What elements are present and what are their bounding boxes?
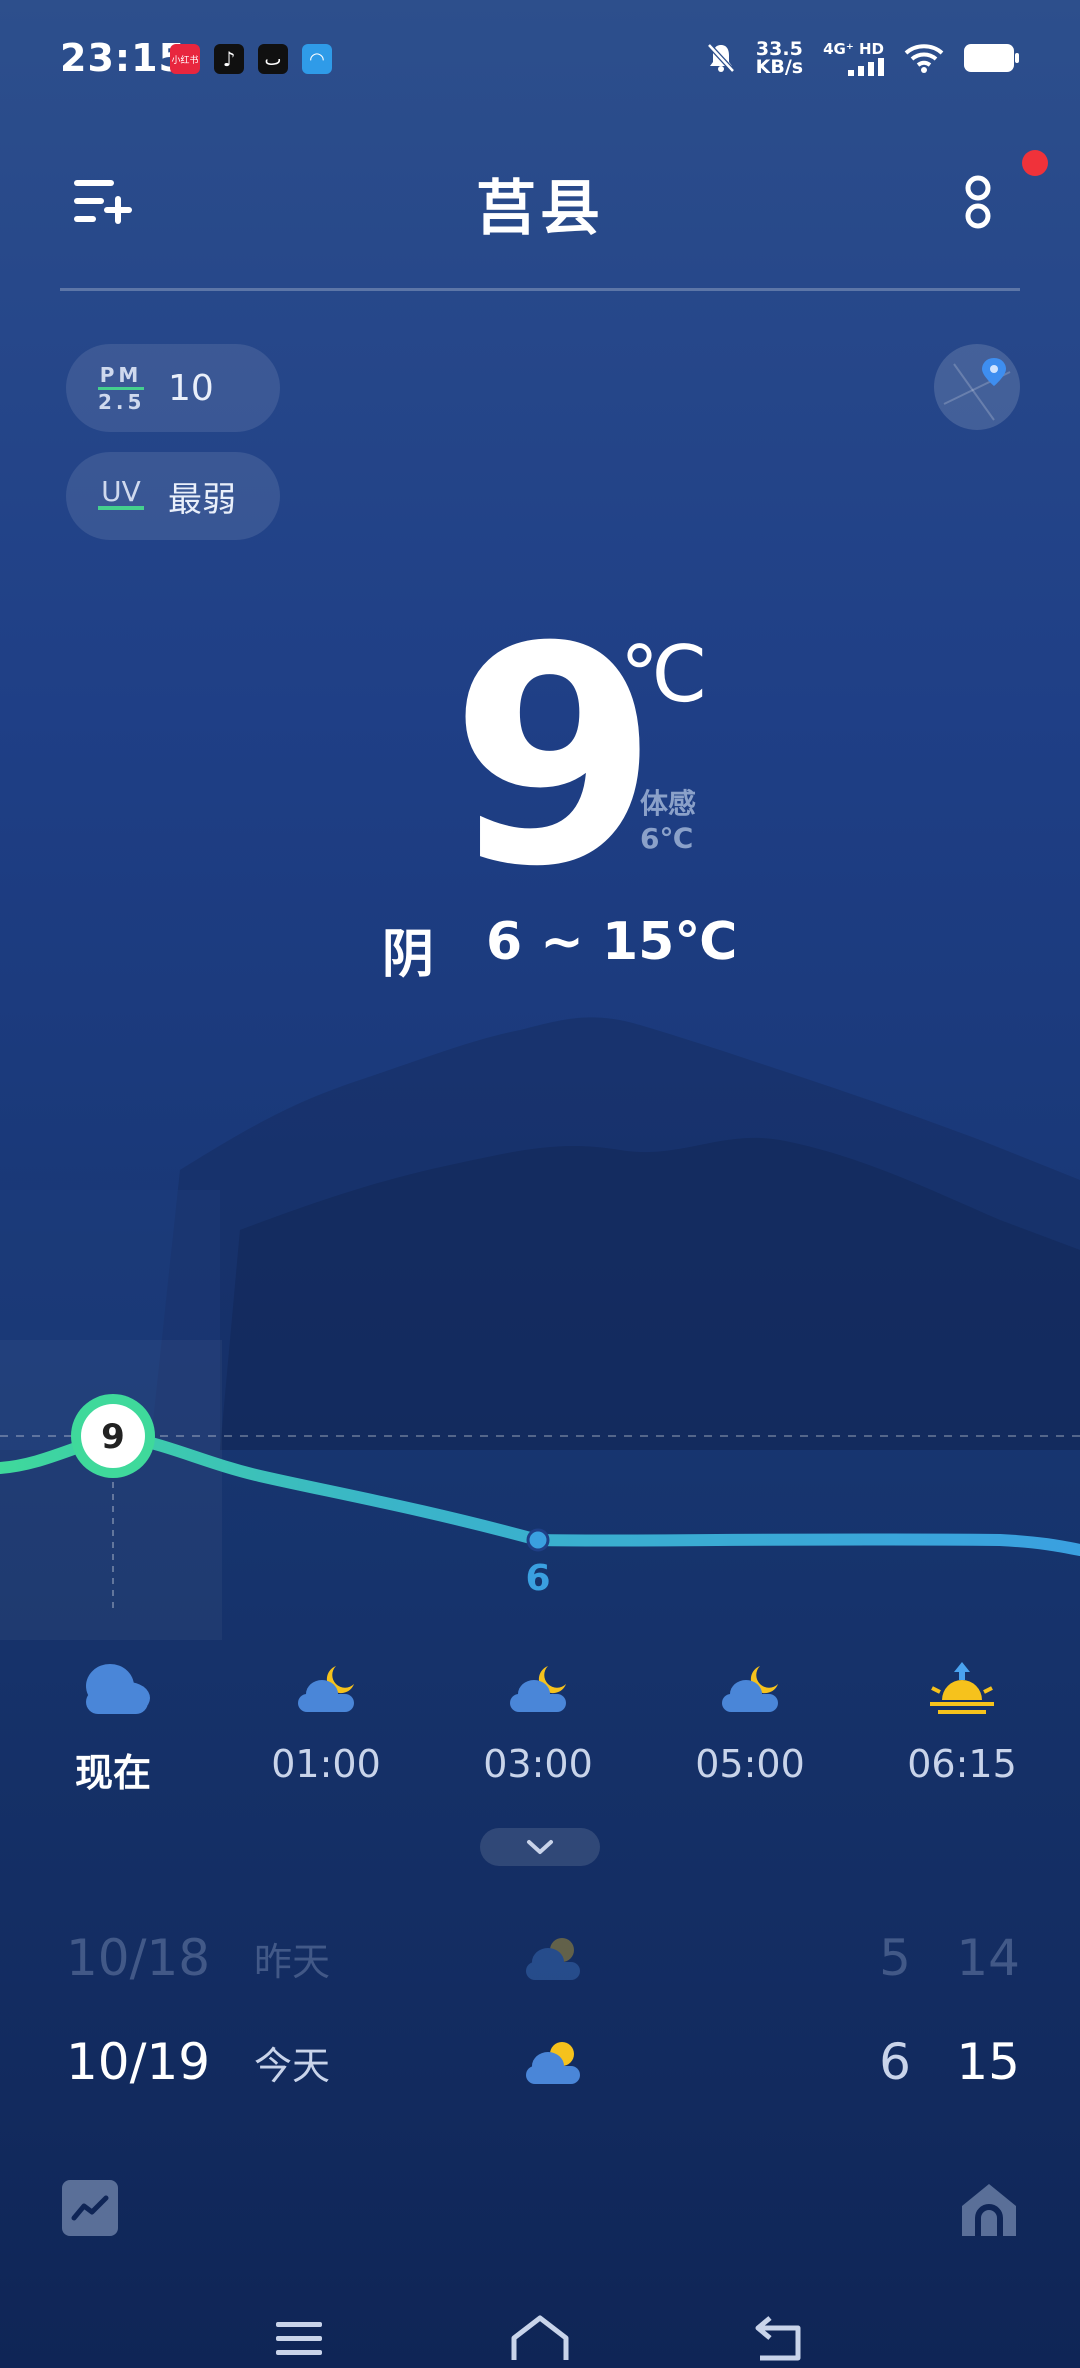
temperature-range: 6 ~ 15℃ <box>486 912 738 972</box>
system-navigation-bar <box>276 2315 801 2361</box>
douyin-icon: ♪ <box>214 44 244 74</box>
location-pin-icon <box>943 358 1011 421</box>
signal-bars-icon <box>848 58 884 76</box>
day-name: 昨天 <box>254 1939 331 1984</box>
trend-chart-button[interactable] <box>62 2180 118 2236</box>
pm25-label: PM 2.5 <box>98 365 144 412</box>
notification-badge <box>1022 150 1048 176</box>
current-hour-highlight <box>0 1340 222 1640</box>
sunrise-icon <box>930 1662 994 1714</box>
more-icon[interactable] <box>962 174 994 234</box>
net-speed: 33.5 KB/s <box>755 40 804 78</box>
day-date: 10/18 <box>66 1929 211 1987</box>
cloudy-night-icon <box>298 1666 354 1712</box>
chevron-down-icon <box>527 1840 553 1854</box>
status-indicators: 33.5 KB/s 4G⁺ HD <box>706 40 1020 78</box>
temperature-unit: ℃ <box>620 630 708 720</box>
feels-like-value: 6℃ <box>640 822 694 855</box>
smile-app-icon: ٮ <box>258 44 288 74</box>
map-location-button[interactable] <box>934 344 1020 430</box>
pm-label-top: PM <box>99 362 143 387</box>
back-icon[interactable] <box>755 2316 801 2361</box>
day-name: 今天 <box>254 2043 331 2088</box>
partly-cloudy-icon <box>526 2042 580 2084</box>
weather-condition: 阴 <box>382 925 435 985</box>
daily-row-today[interactable]: 10/19 今天 6 15 <box>66 2022 1020 2102</box>
day-low-temp: 5 <box>879 1929 911 1987</box>
uv-value: 最弱 <box>168 479 236 520</box>
hour-time: 01:00 <box>271 1742 381 1786</box>
day-high-temp: 15 <box>956 2033 1020 2091</box>
cloudy-night-icon <box>510 1666 566 1712</box>
uv-label: UV <box>98 475 144 510</box>
header-divider <box>60 288 1020 291</box>
uv-label-text: UV <box>101 475 141 508</box>
city-title: 莒县 <box>476 174 604 244</box>
xiaohongshu-icon: 小红书 <box>170 44 200 74</box>
now-temp-label: 9 <box>101 1417 125 1457</box>
wifi-icon <box>904 44 944 73</box>
hourly-temperature-chart[interactable]: 9 6 <box>0 1340 1080 1640</box>
uv-pill[interactable]: UV 最弱 <box>66 452 280 540</box>
battery-icon <box>964 44 1019 72</box>
blue-app-icon: ◠ <box>302 44 332 74</box>
low-point <box>526 1528 550 1552</box>
pm25-pill[interactable]: PM 2.5 10 <box>66 344 280 432</box>
status-app-icons: 小红书 ♪ ٮ ◠ <box>170 44 332 74</box>
day-date: 10/19 <box>66 2033 211 2091</box>
hour-time: 06:15 <box>907 1742 1017 1786</box>
low-temp-label: 6 <box>525 1558 550 1599</box>
home-nav-icon[interactable] <box>511 2315 569 2360</box>
net-speed-unit: KB/s <box>755 56 804 78</box>
home-city-icon[interactable] <box>958 2180 1020 2240</box>
pm25-value: 10 <box>168 367 214 409</box>
day-high-temp: 14 <box>956 1929 1020 1987</box>
signal-indicator: 4G⁺ HD <box>823 40 884 76</box>
cloudy-icon <box>86 1664 150 1714</box>
hour-time: 03:00 <box>483 1742 593 1786</box>
daily-row-yesterday[interactable]: 10/18 昨天 5 14 <box>66 1918 1020 1998</box>
trend-icon <box>71 2195 109 2221</box>
cloudy-night-icon <box>722 1666 778 1712</box>
pm-label-bottom: 2.5 <box>98 389 146 414</box>
day-low-temp: 6 <box>879 2033 911 2091</box>
mute-bell-icon <box>706 43 735 73</box>
hour-time: 现在 <box>74 1751 151 1795</box>
status-time: 23:15 <box>60 36 186 80</box>
network-type-label: 4G⁺ HD <box>823 40 884 58</box>
hour-time: 05:00 <box>695 1742 805 1786</box>
expand-hourly-button[interactable] <box>480 1828 600 1866</box>
feels-like-label: 体感 <box>640 787 697 820</box>
partly-cloudy-icon <box>526 1938 580 1980</box>
recent-apps-icon[interactable] <box>276 2322 322 2355</box>
